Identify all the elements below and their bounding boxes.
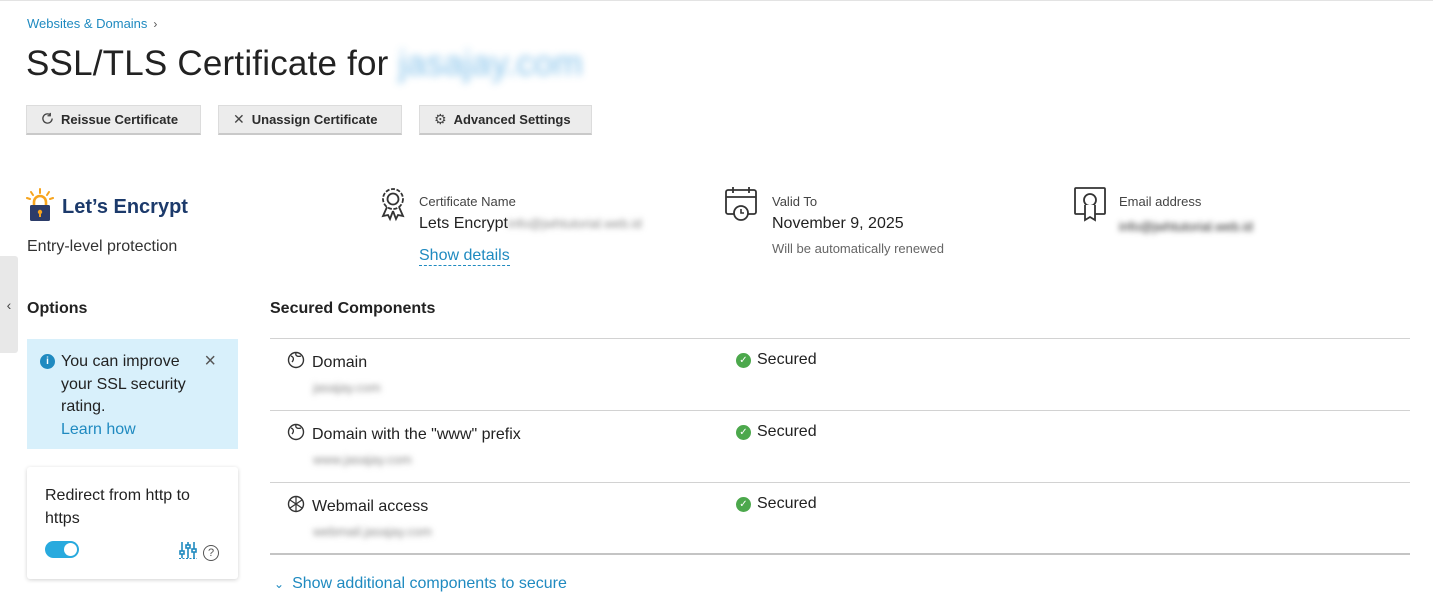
valid-to-block: Valid To November 9, 2025 Will be automa… xyxy=(724,186,944,256)
ssl-rating-notice: i You can improve your SSL security rati… xyxy=(27,339,238,449)
component-label: Domain with the "www" prefix xyxy=(312,425,521,443)
table-row: Domain jasajay.com ✓ Secured xyxy=(270,339,1410,411)
globe-pointer-icon xyxy=(287,351,305,374)
lets-encrypt-lock-icon xyxy=(26,188,54,227)
options-title: Options xyxy=(27,300,88,317)
reissue-certificate-button[interactable]: Reissue Certificate xyxy=(26,105,201,135)
globe-pointer-icon xyxy=(287,423,305,446)
status-badge: ✓ Secured xyxy=(736,423,817,441)
unassign-certificate-label: Unassign Certificate xyxy=(251,112,378,127)
collapse-sidebar-button[interactable]: ‹ xyxy=(0,256,18,353)
redirect-label: Redirect from http to https xyxy=(45,487,190,527)
page-title-domain: jasajay.com xyxy=(398,44,583,83)
unassign-certificate-button[interactable]: ✕ Unassign Certificate xyxy=(218,105,402,135)
certificate-icon xyxy=(1073,186,1107,234)
valid-to-value: November 9, 2025 xyxy=(772,215,904,232)
info-icon: i xyxy=(40,354,55,369)
show-additional-components-link[interactable]: ⌄ Show additional components to secure xyxy=(274,575,567,593)
page-title: SSL/TLS Certificate for jasajay.com xyxy=(26,44,583,84)
status-badge: ✓ Secured xyxy=(736,495,817,513)
advanced-settings-label: Advanced Settings xyxy=(453,112,571,127)
close-icon: ✕ xyxy=(233,111,245,127)
webmail-icon xyxy=(287,495,305,518)
component-name: Domain with the "www" prefix xyxy=(287,423,521,446)
redirect-toggle[interactable] xyxy=(45,541,79,558)
breadcrumb: Websites & Domains › xyxy=(27,16,157,31)
status-label: Secured xyxy=(757,423,817,440)
status-badge: ✓ Secured xyxy=(736,351,817,369)
valid-to-label: Valid To xyxy=(772,194,818,209)
help-icon[interactable]: ? xyxy=(203,544,219,561)
show-details-link[interactable]: Show details xyxy=(419,247,510,266)
redirect-card: Redirect from http to https ? xyxy=(27,467,238,579)
email-label: Email address xyxy=(1119,194,1202,209)
renewal-note: Will be automatically renewed xyxy=(772,241,944,256)
secured-components-table: Domain jasajay.com ✓ Secured Domain with… xyxy=(270,338,1410,555)
email-block: Email address info@jwhtutorial.web.id xyxy=(1073,186,1253,234)
chevron-right-icon: › xyxy=(153,16,158,31)
secured-components-title: Secured Components xyxy=(270,300,436,317)
status-label: Secured xyxy=(757,351,817,368)
table-row: Domain with the "www" prefix www.jasajay… xyxy=(270,411,1410,483)
top-divider xyxy=(0,0,1433,1)
certificate-name-block: Certificate Name Lets Encryptinfo@jwhtut… xyxy=(379,186,642,266)
component-label: Webmail access xyxy=(312,497,429,515)
page-title-prefix: SSL/TLS Certificate for xyxy=(26,44,389,83)
component-host: webmail.jasajay.com xyxy=(313,524,432,539)
component-name: Webmail access xyxy=(287,495,428,518)
breadcrumb-websites-domains[interactable]: Websites & Domains xyxy=(27,16,147,31)
email-value: info@jwhtutorial.web.id xyxy=(1119,219,1253,234)
refresh-icon xyxy=(41,112,54,128)
calendar-clock-icon xyxy=(724,186,760,256)
certificate-name-hidden: info@jwhtutorial.web.id xyxy=(507,216,642,231)
component-host: www.jasajay.com xyxy=(313,452,412,467)
award-icon xyxy=(379,186,407,266)
component-name: Domain xyxy=(287,351,367,374)
certificate-name-value: Lets Encryptinfo@jwhtutorial.web.id xyxy=(419,215,642,233)
provider-name: Let’s Encrypt xyxy=(62,196,188,218)
gear-icon: ⚙ xyxy=(434,111,447,127)
chevron-left-icon: ‹ xyxy=(6,296,12,313)
component-label: Domain xyxy=(312,353,368,371)
component-host: jasajay.com xyxy=(313,380,381,395)
redirect-actions: ? xyxy=(179,541,219,564)
notice-text-wrap: You can improve your SSL security rating… xyxy=(61,351,201,441)
certificate-name-text: Lets Encrypt xyxy=(419,215,508,232)
provider-logo: Let’s Encrypt xyxy=(26,188,188,227)
settings-sliders-icon[interactable] xyxy=(179,541,197,564)
provider-tagline: Entry-level protection xyxy=(27,238,178,255)
show-additional-components-label: Show additional components to secure xyxy=(292,575,567,592)
check-circle-icon: ✓ xyxy=(736,496,751,512)
reissue-certificate-label: Reissue Certificate xyxy=(61,112,179,127)
learn-how-link[interactable]: Learn how xyxy=(61,421,136,438)
table-row: Webmail access webmail.jasajay.com ✓ Sec… xyxy=(270,483,1410,555)
check-circle-icon: ✓ xyxy=(736,352,751,368)
status-label: Secured xyxy=(757,495,817,512)
advanced-settings-button[interactable]: ⚙ Advanced Settings xyxy=(419,105,592,135)
chevron-down-icon: ⌄ xyxy=(274,577,285,591)
notice-text: You can improve your SSL security rating… xyxy=(61,353,186,415)
close-notice-icon[interactable]: × xyxy=(204,351,216,371)
toolbar: Reissue Certificate ✕ Unassign Certifica… xyxy=(26,105,592,135)
check-circle-icon: ✓ xyxy=(736,424,751,440)
certificate-name-label: Certificate Name xyxy=(419,194,516,209)
